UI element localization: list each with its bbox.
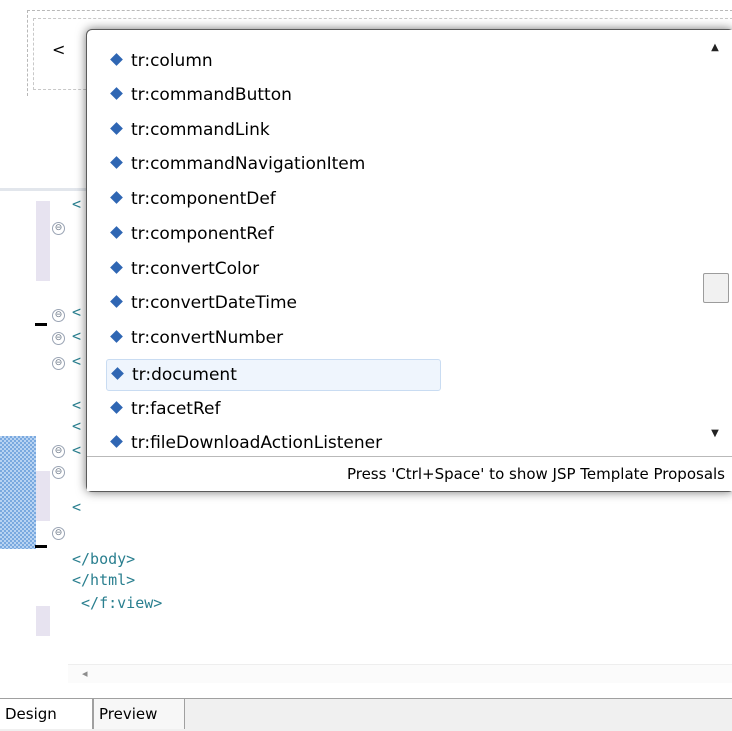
fold-toggle-icon[interactable]: ⊖ [52,527,65,540]
proposal-item[interactable]: tr:convertColor [106,254,439,284]
template-proposals-hint: Press 'Ctrl+Space' to show JSP Template … [346,465,725,483]
fold-toggle-icon[interactable]: ⊖ [52,445,65,458]
tag-element-icon [110,400,123,414]
tag-element-icon [110,190,123,204]
tag-element-icon [110,121,123,135]
code-line: </body> [72,550,136,568]
change-marker [35,323,47,326]
overview-ruler [0,191,36,661]
code-tag-start: < [72,195,82,213]
proposal-list[interactable]: tr:column tr:commandButton tr:commandLin… [87,30,695,455]
change-marker [35,545,47,548]
triangle-down-icon[interactable]: ▼ [697,428,732,439]
editor-tab-bar: Design Preview [0,698,732,731]
design-text-bracket: < [52,40,66,59]
proposal-item[interactable]: tr:componentDef [106,184,439,214]
fold-toggle-icon[interactable]: ⊖ [52,466,65,479]
ruler-highlight [36,201,50,281]
code-tag-start: < [72,417,82,435]
tag-element-icon [110,225,123,239]
code-tag-start: < [72,441,82,459]
proposal-item[interactable]: tr:componentRef [106,219,439,249]
code-tag-start: < [72,498,82,516]
proposal-item[interactable]: tr:convertDateTime [106,288,439,318]
code-tag-start: < [72,352,82,370]
scroll-left-icon[interactable]: ◂ [82,665,88,683]
tag-element-icon [110,294,123,308]
tab-design[interactable]: Design [0,699,93,729]
tag-element-icon [110,260,123,274]
tag-element-icon [110,155,123,169]
ruler-highlight [36,471,50,521]
tag-element-icon [110,329,123,343]
fold-toggle-icon[interactable]: ⊖ [52,309,65,322]
tag-element-icon [110,52,123,66]
vertical-scrollbar[interactable]: ▲ ▼ [697,30,732,455]
code-tag-start: < [72,396,82,414]
content-assist-popup[interactable]: tr:column tr:commandButton tr:commandLin… [86,29,732,492]
triangle-up-icon[interactable]: ▲ [697,42,732,53]
proposal-item[interactable]: tr:fileDownloadActionListener [106,428,439,455]
code-tag-start: < [72,327,82,345]
proposal-item[interactable]: tr:facetRef [106,394,439,424]
fold-toggle-icon[interactable]: ⊖ [52,332,65,345]
proposal-item[interactable]: tr:commandButton [106,80,439,110]
horizontal-scrollbar[interactable]: ◂ [68,664,732,683]
code-tag-start: < [72,303,82,321]
proposal-item[interactable]: tr:commandNavigationItem [106,149,439,179]
tag-element-icon [111,366,124,380]
proposal-item-selected[interactable]: tr:document [106,359,441,391]
ruler-highlight [36,606,50,636]
tag-element-icon [110,86,123,100]
tab-preview[interactable]: Preview [93,699,185,729]
code-line: </f:view> [72,594,163,612]
fold-toggle-icon[interactable]: ⊖ [52,222,65,235]
code-line: </html> [72,571,136,589]
assist-status-bar: Press 'Ctrl+Space' to show JSP Template … [87,456,732,491]
tag-element-icon [110,434,123,448]
diff-marker [0,436,36,549]
proposal-item[interactable]: tr:commandLink [106,115,439,145]
proposal-item[interactable]: tr:column [106,46,439,76]
scrollbar-thumb[interactable] [703,273,729,303]
proposal-item[interactable]: tr:convertNumber [106,323,439,353]
fold-toggle-icon[interactable]: ⊖ [52,357,65,370]
